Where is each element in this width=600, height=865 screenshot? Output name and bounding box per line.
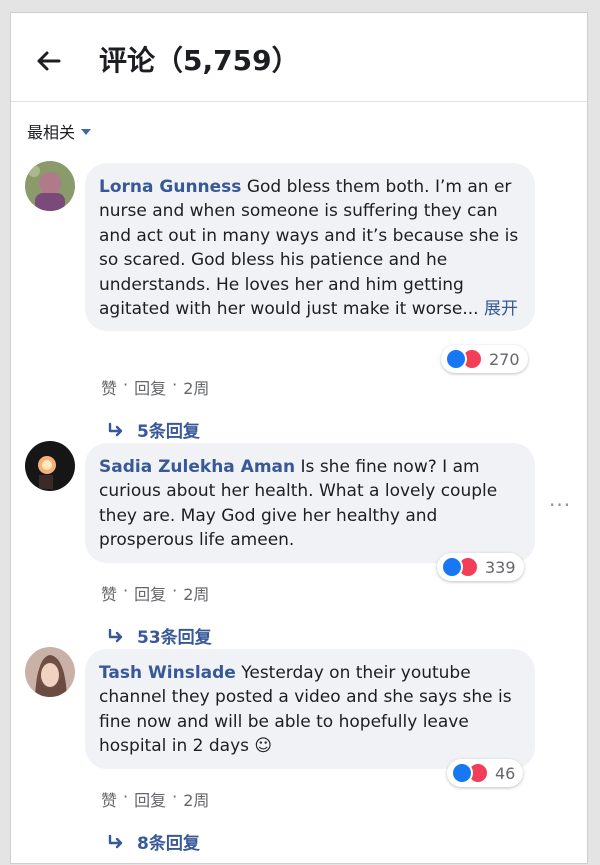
avatar[interactable] (25, 161, 75, 211)
reaction-summary[interactable]: 339 (437, 553, 524, 581)
separator: · (172, 375, 178, 394)
separator: · (123, 581, 129, 600)
reply-arrow-icon (108, 422, 123, 436)
comment-actions: 赞 · 回复 · 2周 (101, 787, 209, 811)
comment-time: 2周 (183, 379, 210, 398)
like-reaction-icon (441, 556, 463, 578)
comment-text: God bless them both. I’m an er nurse and… (99, 177, 519, 320)
reply-button[interactable]: 回复 (134, 375, 166, 399)
page-title: 评论（5,759） (99, 44, 300, 77)
caret-down-icon (81, 129, 92, 135)
reaction-summary[interactable]: 46 (447, 759, 524, 787)
view-replies-link[interactable]: 8条回复 (107, 829, 200, 854)
comment-bubble: Lorna Gunness God bless them both. I’m a… (85, 163, 535, 332)
comment-actions: 赞 · 回复 · 2周 (101, 581, 209, 605)
comment-actions: 赞 · 回复 · 2周 (101, 375, 209, 399)
comment-item: Lorna Gunness God bless them both. I’m a… (11, 159, 587, 442)
reaction-count: 339 (485, 557, 516, 577)
like-reaction-icon (445, 348, 467, 370)
like-button[interactable]: 赞 (101, 375, 117, 399)
separator: · (123, 787, 129, 806)
avatar[interactable] (25, 441, 75, 491)
comment-author[interactable]: Sadia Zulekha Aman (99, 457, 295, 477)
separator: · (172, 787, 178, 806)
reply-button[interactable]: 回复 (134, 581, 166, 605)
sort-label: 最相关 (27, 123, 76, 142)
reaction-summary[interactable]: 270 (441, 345, 528, 373)
arrow-left-icon (37, 51, 61, 71)
reaction-count: 270 (489, 349, 520, 369)
comment-author[interactable]: Tash Winslade (99, 663, 236, 683)
like-reaction-icon (451, 762, 473, 784)
expand-link[interactable]: 展开 (484, 299, 518, 319)
reaction-count: 46 (495, 763, 516, 783)
comment-author[interactable]: Lorna Gunness (99, 177, 241, 197)
sort-dropdown[interactable]: 最相关 (27, 119, 92, 143)
separator: · (172, 581, 178, 600)
reply-button[interactable]: 回复 (134, 787, 166, 811)
header-bar: 评论（5,759） (11, 13, 587, 102)
comment-item: Sadia Zulekha Aman Is she fine now? I am… (11, 439, 587, 648)
more-options-icon[interactable]: ··· (549, 493, 571, 517)
comment-item: Tash Winslade Yesterday on their youtube… (11, 645, 587, 854)
comment-bubble: Sadia Zulekha Aman Is she fine now? I am… (85, 443, 535, 563)
reply-arrow-icon (108, 834, 123, 848)
separator: · (123, 375, 129, 394)
comment-bubble: Tash Winslade Yesterday on their youtube… (85, 649, 535, 769)
back-button[interactable] (31, 43, 67, 79)
reply-arrow-icon (108, 628, 123, 642)
like-button[interactable]: 赞 (101, 787, 117, 811)
comment-time: 2周 (183, 585, 210, 604)
comment-time: 2周 (183, 791, 210, 810)
like-button[interactable]: 赞 (101, 581, 117, 605)
avatar[interactable] (25, 647, 75, 697)
replies-count: 8条回复 (137, 834, 200, 854)
comments-panel: 评论（5,759） 最相关 Lorna Gunness God bless th… (10, 12, 588, 864)
